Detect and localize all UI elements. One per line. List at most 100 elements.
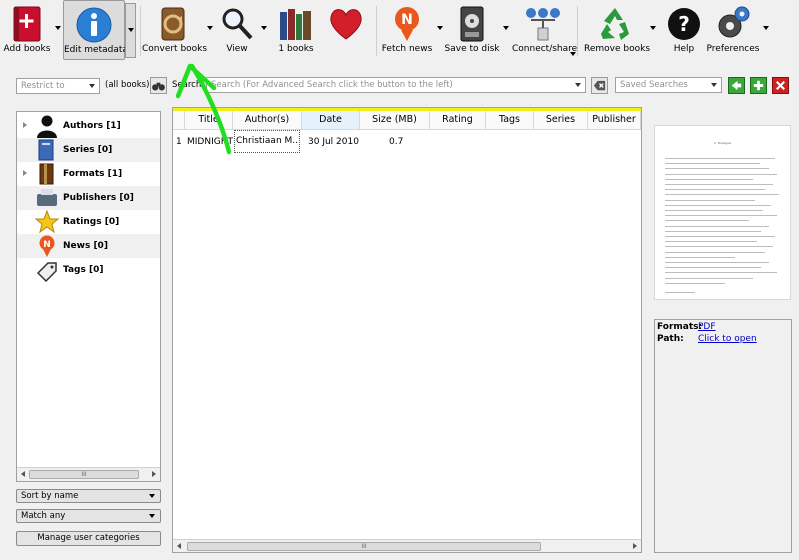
book-size-cell[interactable]: 0.7: [389, 133, 419, 151]
expand-arrow-icon[interactable]: [23, 170, 27, 176]
book-date-cell[interactable]: 30 Jul 2010: [308, 133, 360, 151]
save-to-disk-button[interactable]: Save to disk: [444, 0, 500, 60]
tag-browser-item-label: Tags [0]: [63, 265, 104, 275]
book-title-cell[interactable]: MIDNIGHT: [187, 133, 233, 151]
all-books-label: (all books): [105, 80, 150, 90]
book-cover-preview[interactable]: 1. Prologue: [654, 125, 791, 300]
connect-share-button[interactable]: Connect/share: [512, 0, 577, 60]
advanced-search-button[interactable]: [150, 77, 167, 94]
fetch-news-dropdown-arrow[interactable]: [437, 26, 443, 30]
column-header-rating[interactable]: Rating: [430, 111, 486, 130]
preferences-button[interactable]: Preferences: [706, 0, 760, 60]
svg-text:N: N: [401, 12, 413, 28]
binoculars-icon: [152, 82, 165, 91]
tag-icon: [36, 262, 57, 282]
library-label: 1 books: [278, 44, 314, 54]
convert-books-dropdown-arrow[interactable]: [207, 26, 213, 30]
fetch-news-button[interactable]: N Fetch news: [380, 0, 434, 60]
scrollbar-thumb[interactable]: III: [29, 470, 139, 479]
save-search-button[interactable]: [750, 77, 767, 94]
preferences-dropdown-arrow[interactable]: [763, 26, 769, 30]
column-header-title[interactable]: Title: [185, 111, 233, 130]
column-header-publisher[interactable]: Publisher: [588, 111, 641, 130]
tag-browser-item-series[interactable]: Series [0]: [17, 138, 160, 162]
add-books-button[interactable]: Add books: [2, 0, 52, 60]
column-header-size[interactable]: Size (MB): [360, 111, 430, 130]
horizontal-scrollbar[interactable]: III: [17, 467, 160, 481]
toolbar-separator: [577, 6, 578, 56]
save-to-disk-dropdown-arrow[interactable]: [503, 26, 509, 30]
path-link[interactable]: Click to open: [698, 334, 757, 344]
edit-metadata-dropdown[interactable]: [125, 3, 136, 58]
remove-books-button[interactable]: Remove books: [584, 0, 650, 60]
help-button[interactable]: ? Help: [662, 0, 706, 60]
cover-text-line: [665, 262, 769, 263]
search-input[interactable]: Search (For Advanced Search click the bu…: [206, 77, 586, 93]
delete-search-button[interactable]: [772, 77, 789, 94]
cover-text-line: [665, 204, 771, 206]
tag-browser-item-publishers[interactable]: Publishers [0]: [17, 186, 160, 210]
plus-icon: [753, 80, 764, 91]
clear-search-button[interactable]: [591, 77, 608, 94]
formats-icon: [39, 163, 54, 185]
scrollbar-thumb[interactable]: III: [187, 542, 541, 551]
column-header-series[interactable]: Series: [534, 111, 588, 130]
column-header-date[interactable]: Date: [302, 111, 360, 130]
convert-books-button[interactable]: Convert books: [142, 0, 207, 60]
tag-browser-item-label: Publishers [0]: [63, 193, 134, 203]
formats-link[interactable]: PDF: [698, 322, 716, 332]
tag-browser-item-formats[interactable]: Formats [1]: [17, 162, 160, 186]
network-icon: [526, 8, 560, 41]
path-label: Path:: [657, 334, 684, 344]
tag-browser-item-tags[interactable]: Tags [0]: [17, 258, 160, 282]
cover-text-line: [665, 184, 773, 185]
add-books-dropdown-arrow[interactable]: [55, 26, 61, 30]
scroll-right-icon[interactable]: [152, 471, 156, 477]
view-button[interactable]: View: [216, 0, 258, 60]
sort-by-value: Sort by name: [21, 491, 79, 501]
cover-text-line: [665, 236, 775, 237]
edit-metadata-button[interactable]: Edit metadata: [63, 0, 128, 60]
scroll-right-icon[interactable]: [633, 543, 637, 549]
column-header-tags[interactable]: Tags: [486, 111, 534, 130]
recycle-icon: [601, 8, 629, 40]
saved-searches-combo[interactable]: Saved Searches: [615, 77, 722, 93]
book-author-cell[interactable]: Christiaan M...: [234, 130, 300, 153]
scroll-left-icon[interactable]: [177, 543, 181, 549]
cover-text-line: [665, 194, 779, 196]
close-icon: [776, 81, 785, 90]
edit-metadata-label: Edit metadata: [64, 45, 128, 55]
column-header-authors[interactable]: Author(s): [233, 111, 302, 130]
run-saved-search-button[interactable]: [728, 77, 745, 94]
expand-arrow-icon[interactable]: [23, 122, 27, 128]
match-select[interactable]: Match any: [16, 509, 161, 523]
donate-button[interactable]: [322, 0, 370, 60]
info-icon: [76, 7, 112, 43]
remove-books-dropdown-arrow[interactable]: [650, 26, 656, 30]
cover-text-line: [665, 256, 735, 258]
cover-heading: 1. Prologue: [714, 141, 731, 145]
book-details-panel: Formats: PDF Path: Click to open: [654, 319, 792, 553]
view-label: View: [226, 44, 248, 54]
connect-share-dropdown-arrow[interactable]: [570, 52, 576, 56]
news-icon: N: [395, 7, 419, 41]
magnifier-icon: [222, 8, 253, 40]
view-dropdown-arrow[interactable]: [261, 26, 267, 30]
gear-icon: [718, 6, 750, 38]
tag-browser-item-authors[interactable]: Authors [1]: [17, 114, 160, 138]
horizontal-scrollbar[interactable]: III: [173, 539, 641, 552]
manage-user-categories-button[interactable]: Manage user categories: [16, 531, 161, 546]
scroll-left-icon[interactable]: [21, 471, 25, 477]
cover-text-line: [665, 189, 765, 191]
tag-browser-item-news[interactable]: N News [0]: [17, 234, 160, 258]
library-button[interactable]: 1 books: [273, 0, 319, 60]
sort-by-select[interactable]: Sort by name: [16, 489, 161, 503]
tag-browser-item-ratings[interactable]: Ratings [0]: [17, 210, 160, 234]
restrict-to-combo[interactable]: Restrict to: [16, 78, 100, 94]
library-books-icon: [280, 9, 311, 40]
cover-text-line: [665, 272, 777, 274]
cover-text-line: [665, 277, 753, 279]
fetch-news-label: Fetch news: [381, 44, 433, 54]
publishers-icon: [37, 189, 57, 206]
tag-browser-item-label: Ratings [0]: [63, 217, 120, 227]
